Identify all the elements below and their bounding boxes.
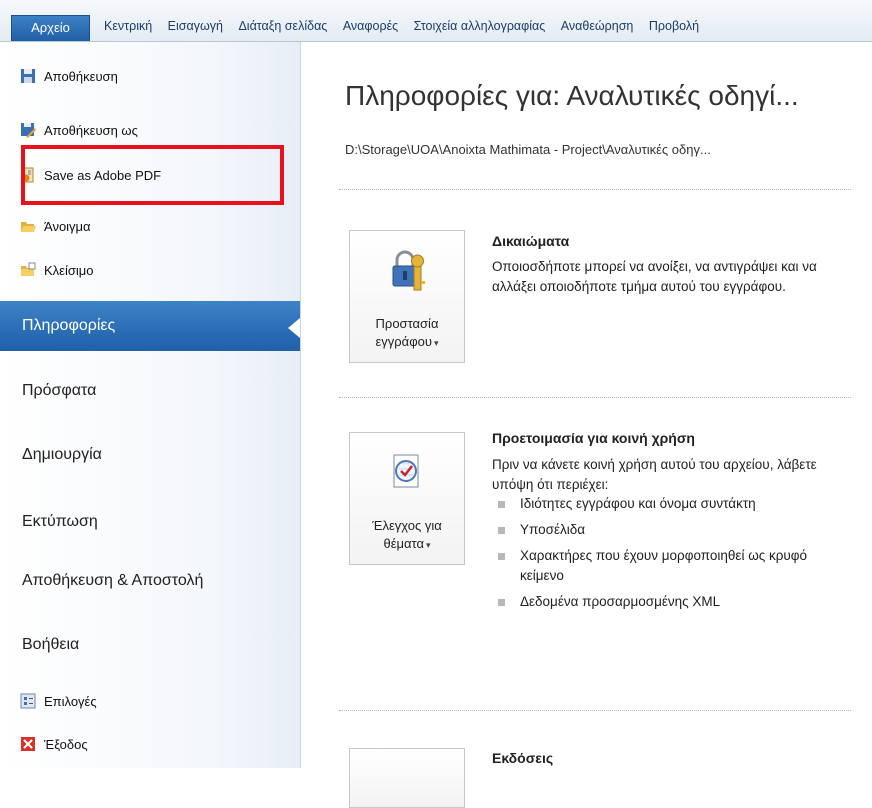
save-as-icon xyxy=(20,122,36,138)
list-item: Υποσέλιδα xyxy=(492,520,822,540)
versions-heading: Εκδόσεις xyxy=(492,750,554,766)
permissions-text: Οποιοσδήποτε μπορεί να ανοίξει, να αντιγ… xyxy=(492,259,817,294)
dropdown-arrow-icon: ▾ xyxy=(433,338,439,348)
prepare-heading: Προετοιμασία για κοινή χρήση xyxy=(492,430,695,446)
options-command[interactable]: Επιλογές xyxy=(20,688,97,714)
nav-recent[interactable]: Πρόσφατα xyxy=(0,366,300,416)
prepare-list: Ιδιότητες εγγράφου και όνομα συντάκτη Υπ… xyxy=(492,494,822,618)
save-as-label: Αποθήκευση ως xyxy=(44,122,138,138)
open-folder-icon xyxy=(20,218,36,234)
save-label: Αποθήκευση xyxy=(44,68,118,84)
selection-notch xyxy=(288,318,300,338)
check-for-issues-line1: Έλεγχος για xyxy=(372,518,442,533)
options-icon xyxy=(20,693,36,709)
tab-page-layout[interactable]: Διάταξη σελίδας xyxy=(238,19,327,33)
list-item: Χαρακτήρες που έχουν μορφοποιηθεί ως κρυ… xyxy=(492,546,822,586)
file-path: D:\Storage\UOA\Anoixta Mathimata - Proje… xyxy=(345,142,711,157)
nav-info[interactable]: Πληροφορίες xyxy=(0,301,300,351)
exit-icon xyxy=(20,736,36,752)
save-icon xyxy=(20,68,36,84)
exit-label: Έξοδος xyxy=(44,736,88,752)
tab-mailings[interactable]: Στοιχεία αλληλογραφίας xyxy=(414,19,546,33)
ribbon-tabs: Κεντρική Εισαγωγή Διάταξη σελίδας Αναφορ… xyxy=(104,19,711,33)
options-label: Επιλογές xyxy=(44,693,97,709)
tab-insert[interactable]: Εισαγωγή xyxy=(168,19,223,33)
prepare-text: Πριν να κάνετε κοινή χρήση αυτού του αρχ… xyxy=(492,457,817,492)
open-command[interactable]: Άνοιγμα xyxy=(20,213,91,239)
list-item: Ιδιότητες εγγράφου και όνομα συντάκτη xyxy=(492,494,822,514)
manage-versions-button[interactable] xyxy=(349,748,465,808)
info-pane: Πληροφορίες για: Αναλυτικές οδηγί... D:\… xyxy=(301,42,872,808)
nav-save-and-send[interactable]: Αποθήκευση & Αποστολή xyxy=(0,556,300,606)
protect-document-label: Προστασία εγγράφου ▾ xyxy=(350,315,464,352)
tab-review[interactable]: Αναθεώρηση xyxy=(561,19,634,33)
open-label: Άνοιγμα xyxy=(44,218,91,234)
close-command[interactable]: Κλείσιμο xyxy=(20,257,94,283)
divider xyxy=(339,397,851,398)
page-title: Πληροφορίες για: Αναλυτικές οδηγί... xyxy=(345,80,799,111)
padlock-key-icon xyxy=(392,250,425,291)
tab-home[interactable]: Κεντρική xyxy=(104,19,152,33)
check-for-issues-line2: θέματα xyxy=(383,536,424,551)
nav-print[interactable]: Εκτύπωση xyxy=(0,497,300,547)
dropdown-arrow-icon: ▾ xyxy=(425,540,431,550)
protect-document-line1: Προστασία xyxy=(375,316,439,331)
divider xyxy=(339,710,851,711)
nav-new[interactable]: Δημιουργία xyxy=(0,430,300,480)
list-item: Δεδομένα προσαρμοσμένης XML xyxy=(492,592,822,612)
tab-references[interactable]: Αναφορές xyxy=(343,19,398,33)
protect-document-button[interactable]: Προστασία εγγράφου ▾ xyxy=(349,230,465,363)
save-as-command[interactable]: Αποθήκευση ως xyxy=(20,117,138,143)
inspect-document-icon xyxy=(393,454,419,488)
ribbon-tab-bar: Αρχείο Κεντρική Εισαγωγή Διάταξη σελίδας… xyxy=(0,0,872,42)
permissions-heading: Δικαιώματα xyxy=(492,233,570,249)
check-for-issues-label: Έλεγχος για θέματα ▾ xyxy=(350,517,464,554)
highlight-box xyxy=(21,145,284,205)
tab-file[interactable]: Αρχείο xyxy=(11,15,90,41)
protect-document-line2: εγγράφου xyxy=(375,334,432,349)
close-label: Κλείσιμο xyxy=(44,262,94,278)
tab-view[interactable]: Προβολή xyxy=(649,19,699,33)
divider xyxy=(339,189,851,190)
close-folder-icon xyxy=(20,262,36,278)
check-for-issues-button[interactable]: Έλεγχος για θέματα ▾ xyxy=(349,432,465,565)
save-command[interactable]: Αποθήκευση xyxy=(20,63,118,89)
nav-help[interactable]: Βοήθεια xyxy=(0,620,300,670)
exit-command[interactable]: Έξοδος xyxy=(20,731,88,757)
